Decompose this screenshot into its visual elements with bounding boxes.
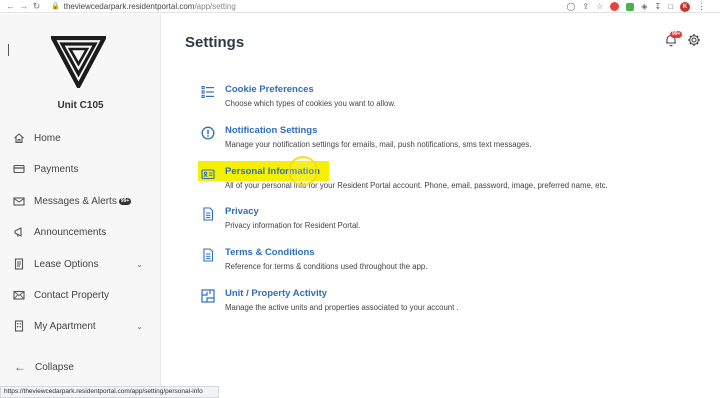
setting-title[interactable]: Unit / Property Activity [225,288,327,299]
sidebar-toggle-mark[interactable] [8,44,9,56]
megaphone-icon [13,226,25,238]
setting-description: Choose which types of cookies you want t… [225,99,396,108]
reload-icon[interactable]: ↻ [30,0,43,13]
collapse-label: Collapse [35,361,74,373]
floorplan-icon [201,289,215,303]
download-icon[interactable]: ↧ [654,0,661,13]
star-icon[interactable]: ☆ [596,0,603,13]
main-content: Settings 99+ Cookie Preferences Choose w… [161,14,720,398]
document-icon [203,207,214,221]
document-icon [13,258,25,270]
arrow-left-icon: ← [14,360,26,374]
collapse-button[interactable]: ← Collapse [0,359,160,375]
share-icon[interactable]: ⇪ [582,0,589,13]
sidebar-item-label: Payments [34,163,79,175]
sidebar-item-label: Lease Options [34,258,99,270]
address-bar[interactable]: theviewcedarpark.residentportal.com/app/… [64,2,236,11]
setting-description: Manage your notification settings for em… [225,140,532,149]
lock-icon[interactable]: 🔒 [51,2,60,10]
extension-red-icon[interactable] [610,2,620,11]
sidebar-item-messages[interactable]: Messages & Alerts 99+ [0,191,160,211]
sidebar-item-payments[interactable]: Payments [0,159,160,179]
puzzle-icon[interactable]: ◈ [641,0,647,13]
menu-dots-icon[interactable]: ⋮ [697,1,706,12]
mouse-cursor-indicator [288,156,318,186]
setting-cookie-preferences[interactable]: Cookie Preferences Choose which types of… [201,84,671,114]
setting-unit-property-activity[interactable]: Unit / Property Activity Manage the acti… [201,288,671,318]
envelope-icon [13,195,25,207]
browser-toolbar: ← → ↻ 🔒 theviewcedarpark.residentportal.… [0,0,720,13]
url-path: /app/setting [194,1,236,11]
setting-notification-settings[interactable]: Notification Settings Manage your notifi… [201,125,671,155]
sidebar-item-label: Announcements [34,226,107,238]
unit-label: Unit C105 [57,100,104,111]
window-icon[interactable]: □ [668,0,673,13]
setting-description: Manage the active units and properties a… [225,303,459,312]
forward-arrow-icon[interactable]: → [17,0,30,13]
setting-title[interactable]: Privacy [225,206,259,217]
setting-privacy[interactable]: Privacy Privacy information for Resident… [201,206,671,236]
notification-count-badge: 99+ [670,31,683,38]
setting-terms-conditions[interactable]: Terms & Conditions Reference for terms &… [201,247,671,277]
sidebar-item-label: Home [34,132,61,144]
status-bar-url: https://theviewcedarpark.residentportal.… [0,386,219,398]
home-icon [13,132,25,144]
id-card-icon [201,169,215,180]
chevron-down-icon[interactable]: ⌄ [136,322,143,331]
url-domain: theviewcedarpark.residentportal.com [63,1,195,11]
sidebar-item-contact-property[interactable]: Contact Property [0,285,160,305]
property-logo-icon [51,36,106,88]
chevron-down-icon[interactable]: ⌄ [136,260,143,269]
extension-green-icon[interactable] [626,2,635,11]
setting-description: Privacy information for Resident Portal. [225,221,361,230]
mail-icon [13,289,25,301]
sidebar-item-my-apartment[interactable]: My Apartment ⌄ [0,316,160,336]
sidebar-item-label: Contact Property [34,289,110,301]
sidebar-item-label: My Apartment [34,320,96,332]
page-title: Settings [185,34,245,51]
gear-icon[interactable] [687,33,701,47]
building-icon [13,320,25,332]
setting-description: All of your personal info for your Resid… [225,181,608,190]
sidebar-item-label: Messages & Alerts [34,195,117,207]
sidebar-item-lease-options[interactable]: Lease Options ⌄ [0,254,160,274]
list-icon [201,86,214,99]
sidebar-item-announcements[interactable]: Announcements [0,222,160,242]
setting-personal-information[interactable]: Personal Information All of your persona… [201,166,671,196]
document-icon [203,248,214,262]
key-icon[interactable]: ◯ [566,0,575,13]
setting-title[interactable]: Notification Settings [225,125,317,136]
setting-title[interactable]: Terms & Conditions [225,247,315,258]
credit-card-icon [13,163,25,175]
profile-avatar[interactable]: K [680,1,690,12]
sidebar: Unit C105 Home Payments Messages & Alert… [0,14,161,398]
setting-description: Reference for terms & conditions used th… [225,262,428,271]
messages-count-badge: 99+ [118,197,132,205]
back-arrow-icon[interactable]: ← [4,0,17,13]
sidebar-item-home[interactable]: Home [0,128,160,148]
info-circle-icon [201,126,215,140]
setting-title[interactable]: Cookie Preferences [225,84,314,95]
